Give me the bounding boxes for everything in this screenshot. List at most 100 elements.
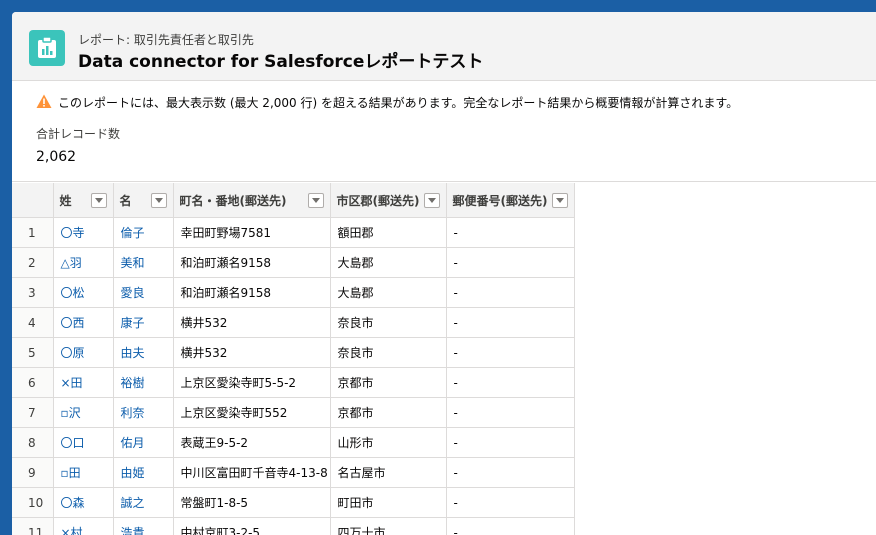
table-row: 2 △羽 美和 和泊町瀬名9158 大島郡 - bbox=[12, 247, 575, 278]
first-name-link[interactable]: 利奈 bbox=[113, 397, 174, 428]
zip-cell: - bbox=[446, 367, 575, 398]
street-cell: 上京区愛染寺町5-5-2 bbox=[173, 367, 331, 398]
column-header-street[interactable]: 町名・番地(郵送先) bbox=[173, 183, 331, 218]
first-name-link[interactable]: 康子 bbox=[113, 307, 174, 338]
last-name-link[interactable]: 〇松 bbox=[53, 277, 114, 308]
zip-cell: - bbox=[446, 247, 575, 278]
city-cell: 奈良市 bbox=[330, 307, 447, 338]
table-row: 9 ▫田 由姫 中川区富田町千音寺4-13-8 名古屋市 - bbox=[12, 457, 575, 488]
last-name-link[interactable]: 〇口 bbox=[53, 427, 114, 458]
chevron-down-icon[interactable] bbox=[551, 193, 568, 208]
last-name-link[interactable]: △羽 bbox=[53, 247, 114, 278]
city-cell: 四万十市 bbox=[330, 517, 447, 535]
column-header-label: 郵便番号(郵送先) bbox=[452, 193, 548, 208]
first-name-link[interactable]: 佑月 bbox=[113, 427, 174, 458]
report-title: Data connector for Salesforceレポートテスト bbox=[78, 52, 484, 72]
last-name-link[interactable]: 〇寺 bbox=[53, 217, 114, 248]
row-number: 9 bbox=[12, 457, 54, 488]
table-row: 1 〇寺 倫子 幸田町野場7581 額田郡 - bbox=[12, 217, 575, 248]
report-type-label: レポート: 取引先責任者と取引先 bbox=[78, 33, 254, 47]
row-number: 3 bbox=[12, 277, 54, 308]
street-cell: 中村京町3-2-5 bbox=[173, 517, 331, 535]
chevron-down-icon[interactable] bbox=[307, 193, 324, 208]
total-records-value: 2,062 bbox=[36, 149, 77, 165]
total-records-label: 合計レコード数 bbox=[36, 127, 121, 141]
report-panel: レポート: 取引先責任者と取引先 Data connector for Sale… bbox=[12, 12, 876, 535]
first-name-link[interactable]: 由姫 bbox=[113, 457, 174, 488]
table-row: 10 〇森 誠之 常盤町1-8-5 町田市 - bbox=[12, 487, 575, 518]
first-name-link[interactable]: 由夫 bbox=[113, 337, 174, 368]
street-cell: 横井532 bbox=[173, 337, 331, 368]
first-name-link[interactable]: 美和 bbox=[113, 247, 174, 278]
column-header-label: 姓 bbox=[59, 193, 72, 208]
warning-icon bbox=[36, 94, 52, 112]
row-number: 5 bbox=[12, 337, 54, 368]
table-header-row: 姓 名 町名・番地(郵送先) 市区郡(郵送先) 郵便番号(郵送先) bbox=[12, 183, 575, 218]
zip-cell: - bbox=[446, 337, 575, 368]
column-header-first-name[interactable]: 名 bbox=[113, 183, 174, 218]
city-cell: 奈良市 bbox=[330, 337, 447, 368]
city-cell: 額田郡 bbox=[330, 217, 447, 248]
column-header-zip[interactable]: 郵便番号(郵送先) bbox=[446, 183, 575, 218]
street-cell: 中川区富田町千音寺4-13-8 bbox=[173, 457, 331, 488]
warning-text: このレポートには、最大表示数 (最大 2,000 行) を超える結果があります。… bbox=[58, 96, 739, 110]
table-row: 4 〇西 康子 横井532 奈良市 - bbox=[12, 307, 575, 338]
street-cell: 和泊町瀬名9158 bbox=[173, 247, 331, 278]
last-name-link[interactable]: ×田 bbox=[53, 367, 114, 398]
chevron-down-icon[interactable] bbox=[90, 193, 107, 208]
chevron-down-icon[interactable] bbox=[423, 193, 440, 208]
first-name-link[interactable]: 浩貴 bbox=[113, 517, 174, 535]
first-name-link[interactable]: 愛良 bbox=[113, 277, 174, 308]
column-header-label: 市区郡(郵送先) bbox=[336, 193, 420, 208]
table-row: 3 〇松 愛良 和泊町瀬名9158 大島郡 - bbox=[12, 277, 575, 308]
table-row: 6 ×田 裕樹 上京区愛染寺町5-5-2 京都市 - bbox=[12, 367, 575, 398]
city-cell: 京都市 bbox=[330, 367, 447, 398]
last-name-link[interactable]: 〇原 bbox=[53, 337, 114, 368]
column-header-label: 名 bbox=[119, 193, 132, 208]
first-name-link[interactable]: 裕樹 bbox=[113, 367, 174, 398]
last-name-link[interactable]: ×村 bbox=[53, 517, 114, 535]
street-cell: 上京区愛染寺町552 bbox=[173, 397, 331, 428]
row-number: 2 bbox=[12, 247, 54, 278]
column-header-city[interactable]: 市区郡(郵送先) bbox=[330, 183, 447, 218]
last-name-link[interactable]: ▫田 bbox=[53, 457, 114, 488]
zip-cell: - bbox=[446, 307, 575, 338]
zip-cell: - bbox=[446, 217, 575, 248]
street-cell: 横井532 bbox=[173, 307, 331, 338]
city-cell: 町田市 bbox=[330, 487, 447, 518]
column-header-label: 町名・番地(郵送先) bbox=[179, 193, 287, 208]
column-header-last-name[interactable]: 姓 bbox=[53, 183, 114, 218]
city-cell: 山形市 bbox=[330, 427, 447, 458]
last-name-link[interactable]: 〇西 bbox=[53, 307, 114, 338]
table-row: 7 ▫沢 利奈 上京区愛染寺町552 京都市 - bbox=[12, 397, 575, 428]
row-number: 11 bbox=[12, 517, 54, 535]
report-icon bbox=[29, 30, 65, 66]
zip-cell: - bbox=[446, 277, 575, 308]
divider bbox=[12, 181, 876, 182]
city-cell: 大島郡 bbox=[330, 277, 447, 308]
row-number: 7 bbox=[12, 397, 54, 428]
row-number: 10 bbox=[12, 487, 54, 518]
zip-cell: - bbox=[446, 517, 575, 535]
city-cell: 京都市 bbox=[330, 397, 447, 428]
first-name-link[interactable]: 倫子 bbox=[113, 217, 174, 248]
street-cell: 和泊町瀬名9158 bbox=[173, 277, 331, 308]
app-background bbox=[0, 0, 876, 12]
city-cell: 名古屋市 bbox=[330, 457, 447, 488]
table-row: 5 〇原 由夫 横井532 奈良市 - bbox=[12, 337, 575, 368]
report-table: 姓 名 町名・番地(郵送先) 市区郡(郵送先) 郵便番号(郵送先) 1 〇寺 倫… bbox=[12, 183, 575, 535]
street-cell: 常盤町1-8-5 bbox=[173, 487, 331, 518]
city-cell: 大島郡 bbox=[330, 247, 447, 278]
row-number: 8 bbox=[12, 427, 54, 458]
last-name-link[interactable]: ▫沢 bbox=[53, 397, 114, 428]
table-row: 8 〇口 佑月 表蔵王9-5-2 山形市 - bbox=[12, 427, 575, 458]
first-name-link[interactable]: 誠之 bbox=[113, 487, 174, 518]
last-name-link[interactable]: 〇森 bbox=[53, 487, 114, 518]
row-number: 6 bbox=[12, 367, 54, 398]
table-row: 11 ×村 浩貴 中村京町3-2-5 四万十市 - bbox=[12, 517, 575, 535]
zip-cell: - bbox=[446, 457, 575, 488]
row-number: 4 bbox=[12, 307, 54, 338]
chevron-down-icon[interactable] bbox=[150, 193, 167, 208]
row-number-header bbox=[12, 183, 54, 218]
zip-cell: - bbox=[446, 427, 575, 458]
